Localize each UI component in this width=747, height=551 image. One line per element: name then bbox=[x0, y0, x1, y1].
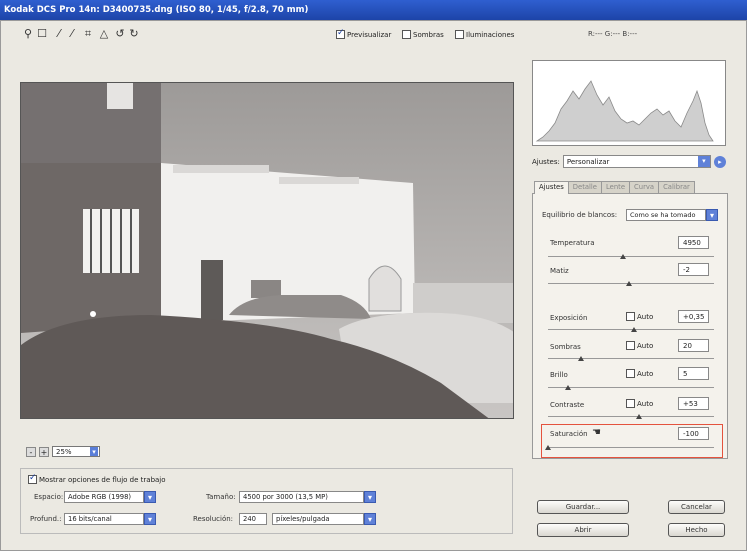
exposure-slider-thumb[interactable] bbox=[631, 327, 638, 332]
window-title: Kodak DCS Pro 14n: D3400735.dng (ISO 80,… bbox=[0, 0, 747, 20]
brightness-slider[interactable] bbox=[548, 387, 714, 388]
space-select[interactable]: Adobe RGB (1998) bbox=[64, 491, 144, 503]
exposure-label: Exposición bbox=[550, 314, 588, 322]
shadows-param-label: Sombras bbox=[550, 343, 581, 351]
contrast-label: Contraste bbox=[550, 401, 585, 409]
resolution-unit-select[interactable]: píxeles/pulgada bbox=[272, 513, 364, 525]
tint-label: Matiz bbox=[550, 267, 569, 275]
histogram-graph bbox=[535, 80, 714, 142]
saturation-highlight-box bbox=[541, 424, 723, 458]
open-button[interactable]: Abrir bbox=[537, 523, 629, 537]
show-workflow-check-box[interactable] bbox=[28, 473, 37, 484]
image-preview[interactable] bbox=[20, 82, 514, 419]
contrast-slider-thumb[interactable] bbox=[636, 414, 643, 419]
exposure-auto-checkbox[interactable]: Auto bbox=[626, 312, 653, 321]
rgb-readout: R:--- G:--- B:--- bbox=[588, 30, 638, 38]
white-balance-dropdown-button[interactable]: ▾ bbox=[706, 209, 718, 221]
brightness-auto-box[interactable] bbox=[626, 369, 635, 378]
crop-icon[interactable]: ⌗ bbox=[82, 28, 94, 40]
exposure-auto-label: Auto bbox=[637, 312, 654, 321]
temperature-value[interactable]: 4950 bbox=[678, 236, 709, 249]
contrast-auto-box[interactable] bbox=[626, 399, 635, 408]
shadows-slider-thumb[interactable] bbox=[578, 356, 585, 361]
histogram bbox=[532, 60, 726, 146]
resolution-input[interactable]: 240 bbox=[239, 513, 267, 525]
zoom-icon[interactable]: ⚲ bbox=[22, 28, 34, 40]
zoom-out-button[interactable]: - bbox=[26, 446, 36, 457]
tab-lente[interactable]: Lente bbox=[601, 181, 631, 193]
depth-select[interactable]: 16 bits/canal bbox=[64, 513, 144, 525]
size-dropdown-button[interactable]: ▾ bbox=[364, 491, 376, 503]
space-dropdown-button[interactable]: ▾ bbox=[144, 491, 156, 503]
temperature-slider[interactable] bbox=[548, 256, 714, 257]
save-button[interactable]: Guardar... bbox=[537, 500, 629, 514]
preview-label: Previsualizar bbox=[347, 30, 392, 39]
temperature-label: Temperatura bbox=[550, 239, 595, 247]
resolution-unit-dropdown-button[interactable]: ▾ bbox=[364, 513, 376, 525]
depth-dropdown-button[interactable]: ▾ bbox=[144, 513, 156, 525]
exposure-value[interactable]: +0,35 bbox=[678, 310, 709, 323]
preview-check-box[interactable] bbox=[336, 28, 345, 39]
hand-icon[interactable]: ☐ bbox=[36, 28, 48, 40]
brightness-label: Brillo bbox=[550, 371, 568, 379]
depth-label: Profund.: bbox=[30, 515, 62, 523]
tab-curva[interactable]: Curva bbox=[629, 181, 660, 193]
brightness-auto-label: Auto bbox=[637, 369, 654, 378]
show-workflow-label: Mostrar opciones de flujo de trabajo bbox=[39, 475, 166, 484]
white-balance-select[interactable]: Como se ha tomado bbox=[626, 209, 706, 221]
zoom-in-button[interactable]: + bbox=[39, 446, 49, 457]
preview-checkbox[interactable]: Previsualizar bbox=[336, 28, 392, 40]
shadows-checkbox[interactable]: Sombras bbox=[402, 29, 444, 40]
contrast-value[interactable]: +53 bbox=[678, 397, 709, 410]
contrast-auto-checkbox[interactable]: Auto bbox=[626, 399, 653, 408]
zoom-controls: - + 25% bbox=[26, 446, 100, 457]
shadows-auto-label: Auto bbox=[637, 341, 654, 350]
size-label: Tamaño: bbox=[206, 493, 236, 501]
highlights-label: Iluminaciones bbox=[466, 30, 515, 39]
exposure-auto-box[interactable] bbox=[626, 312, 635, 321]
cancel-button[interactable]: Cancelar bbox=[668, 500, 725, 514]
brightness-auto-checkbox[interactable]: Auto bbox=[626, 369, 653, 378]
settings-menu-icon[interactable]: ▸ bbox=[713, 155, 726, 168]
size-select[interactable]: 4500 por 3000 (13,5 MP) bbox=[239, 491, 364, 503]
shadows-slider[interactable] bbox=[548, 358, 714, 359]
contrast-auto-label: Auto bbox=[637, 399, 654, 408]
show-workflow-checkbox[interactable]: Mostrar opciones de flujo de trabajo bbox=[28, 473, 166, 485]
tint-slider-thumb[interactable] bbox=[626, 281, 633, 286]
rotate-left-icon[interactable]: ↺ bbox=[114, 28, 126, 40]
shadows-auto-box[interactable] bbox=[626, 341, 635, 350]
brightness-value[interactable]: 5 bbox=[678, 367, 709, 380]
zoom-select[interactable]: 25% bbox=[52, 446, 100, 457]
settings-select[interactable]: Personalizar bbox=[562, 155, 711, 168]
space-label: Espacio: bbox=[34, 493, 64, 501]
color-sampler-icon[interactable]: ⁄ bbox=[66, 28, 78, 40]
resolution-label: Resolución: bbox=[193, 515, 234, 523]
rotate-right-icon[interactable]: ↻ bbox=[128, 28, 140, 40]
shadows-check-box[interactable] bbox=[402, 30, 411, 39]
tab-detalle[interactable]: Detalle bbox=[567, 181, 602, 193]
temperature-slider-thumb[interactable] bbox=[619, 254, 626, 259]
tab-ajustes[interactable]: Ajustes bbox=[534, 181, 569, 194]
brightness-slider-thumb[interactable] bbox=[564, 385, 571, 390]
highlights-check-box[interactable] bbox=[455, 30, 464, 39]
shadows-label: Sombras bbox=[413, 30, 444, 39]
contrast-slider[interactable] bbox=[548, 416, 714, 417]
preview-photo bbox=[21, 83, 513, 418]
tab-calibrar[interactable]: Calibrar bbox=[658, 181, 695, 193]
eyedropper-icon[interactable]: ⁄ bbox=[53, 28, 65, 40]
highlights-checkbox[interactable]: Iluminaciones bbox=[455, 29, 514, 40]
settings-row: Ajustes: Personalizar ▸ bbox=[532, 155, 726, 168]
shadows-auto-checkbox[interactable]: Auto bbox=[626, 341, 653, 350]
tint-value[interactable]: -2 bbox=[678, 263, 709, 276]
shadows-value[interactable]: 20 bbox=[678, 339, 709, 352]
settings-label: Ajustes: bbox=[532, 157, 560, 166]
white-balance-label: Equilibrio de blancos: bbox=[542, 211, 618, 219]
adjustments-panel bbox=[532, 193, 728, 459]
done-button[interactable]: Hecho bbox=[668, 523, 725, 537]
straighten-icon[interactable]: △ bbox=[98, 28, 110, 40]
